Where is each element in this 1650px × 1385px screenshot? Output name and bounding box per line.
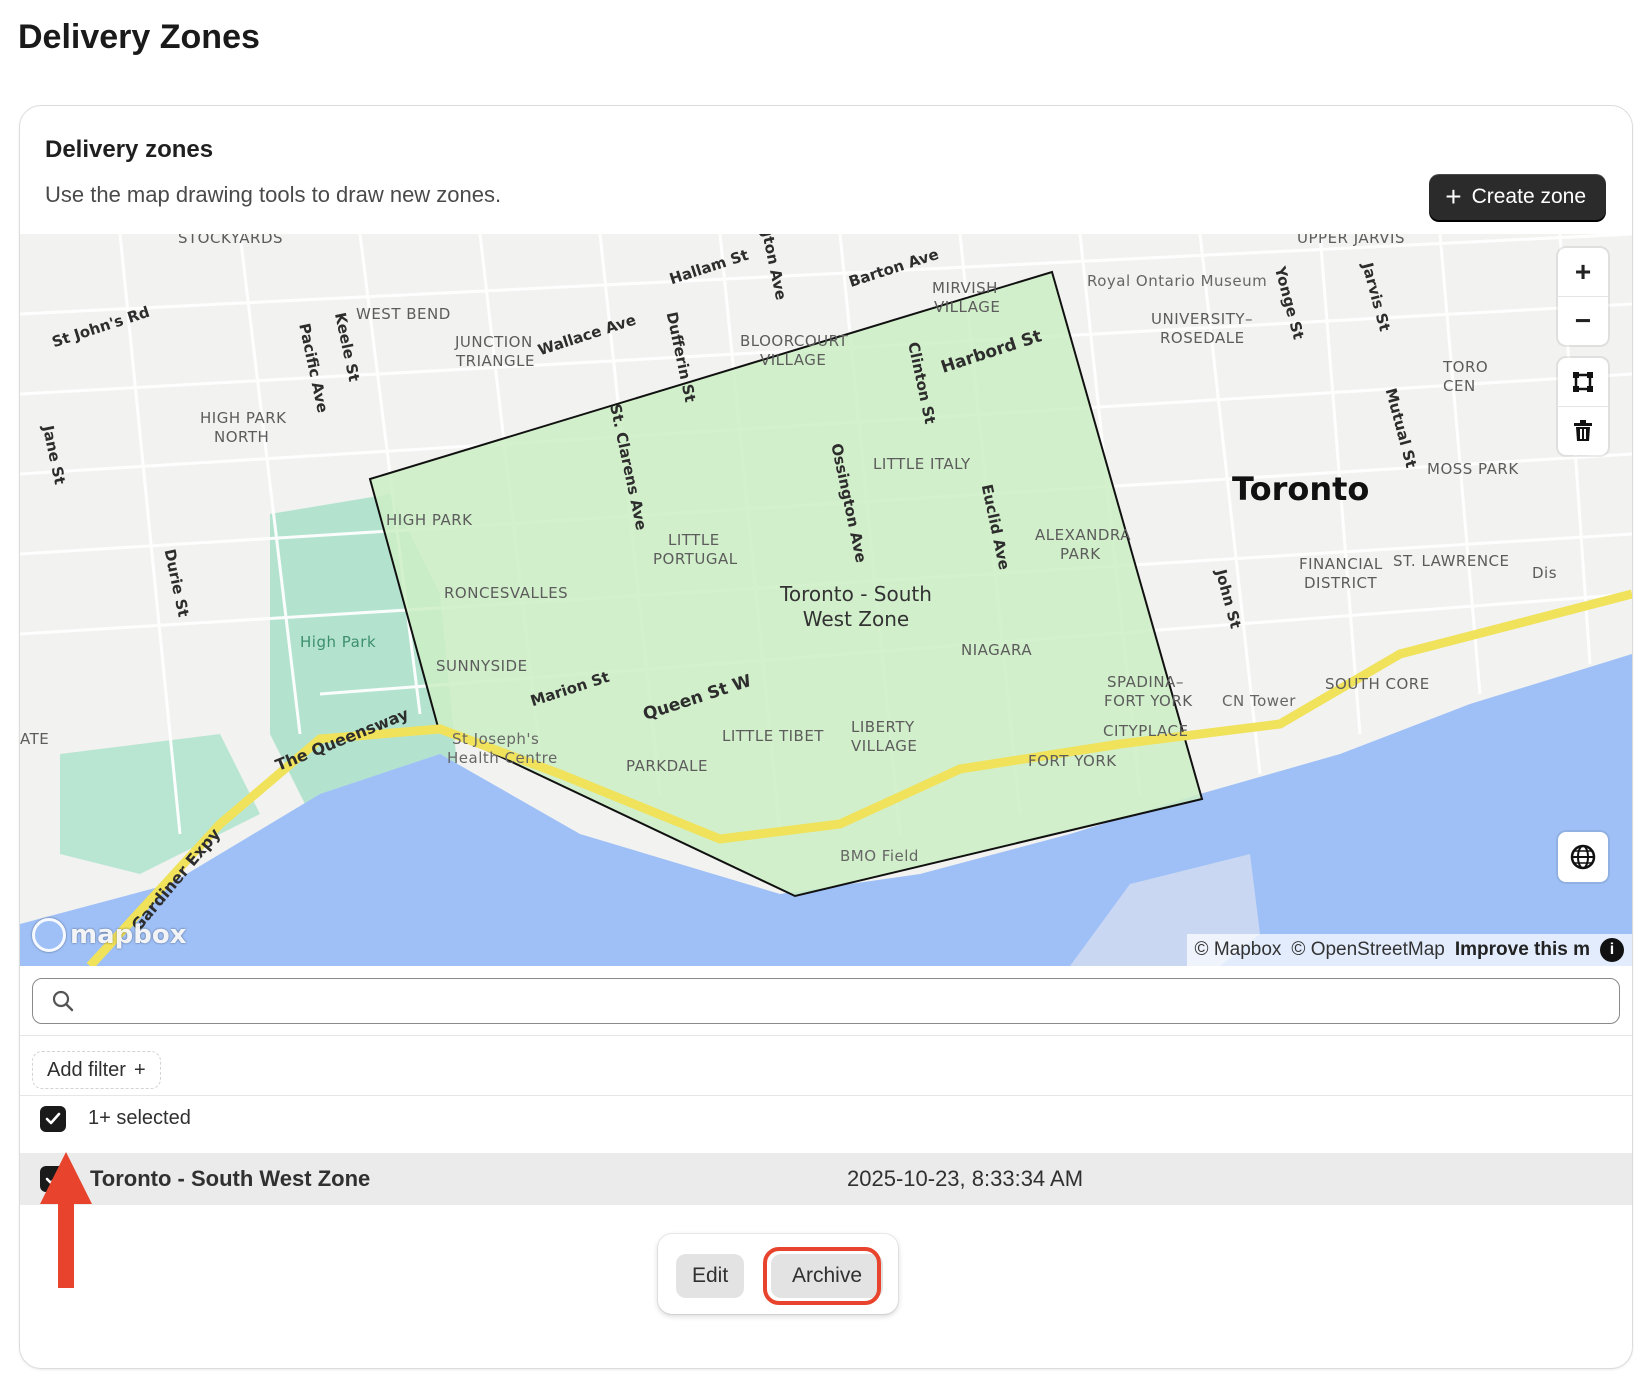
checkmark-icon — [45, 1112, 61, 1125]
mapbox-logo[interactable]: mapbox — [32, 918, 187, 952]
poi-label: CN Tower — [1222, 692, 1296, 710]
neighborhood-label: PARK — [1060, 545, 1101, 563]
mapbox-logo-icon — [32, 918, 66, 952]
neighborhood-label: PORTUGAL — [653, 550, 738, 568]
neighborhood-label: LIBERTY — [851, 718, 915, 736]
neighborhood-label: HIGH PARK — [200, 409, 287, 427]
mapbox-attribution-link[interactable]: © Mapbox — [1195, 939, 1282, 961]
draw-polygon-button[interactable] — [1558, 358, 1608, 407]
page-title: Delivery Zones — [18, 18, 260, 56]
zoom-in-button[interactable]: + — [1558, 248, 1608, 297]
neighborhood-label: WEST BEND — [356, 305, 451, 323]
neighborhood-label: STOCKYARDS — [178, 234, 284, 247]
neighborhood-label: CEN — [1443, 377, 1476, 395]
neighborhood-label: CITYPLACE — [1103, 722, 1189, 740]
edit-button[interactable]: Edit — [676, 1254, 745, 1298]
neighborhood-label: MIRVISH — [932, 279, 998, 297]
poi-label: BMO Field — [840, 847, 919, 865]
neighborhood-label: ST. LAWRENCE — [1393, 552, 1510, 570]
neighborhood-label: RONCESVALLES — [444, 584, 569, 602]
neighborhood-label: LITTLE TIBET — [722, 727, 824, 745]
polygon-icon — [1573, 372, 1593, 392]
neighborhood-label: NORTH — [214, 428, 270, 446]
neighborhood-label: UPPER JARVIS — [1297, 234, 1405, 247]
neighborhood-label: VILLAGE — [934, 298, 1001, 316]
neighborhood-label: ROSEDALE — [1160, 329, 1245, 347]
neighborhood-label: FINANCIAL — [1299, 555, 1383, 573]
card-title: Delivery zones — [45, 136, 214, 163]
neighborhood-label: LITTLE — [668, 531, 720, 549]
neighborhood-label: MOSS PARK — [1427, 460, 1519, 478]
map[interactable]: STOCKYARDS WEST BEND JUNCTION TRIANGLE M… — [20, 234, 1632, 966]
zone-label-line-2: West Zone — [802, 607, 910, 631]
zone-label: Toronto - South West Zone — [772, 582, 940, 632]
poi-label: Royal Ontario Museum — [1087, 272, 1268, 290]
create-zone-label: Create zone — [1471, 185, 1586, 208]
globe-icon — [1570, 844, 1596, 870]
divider — [20, 1035, 1632, 1036]
trash-icon — [1574, 420, 1592, 441]
neighborhood-label: ATE — [20, 730, 50, 748]
table-row[interactable]: Toronto - South West Zone 2025-10-23, 8:… — [20, 1153, 1632, 1205]
draw-controls — [1558, 358, 1608, 455]
neighborhood-label: Dis — [1532, 564, 1558, 582]
neighborhood-label: HIGH PARK — [386, 511, 473, 529]
neighborhood-label: UNIVERSITY– — [1151, 310, 1254, 328]
poi-label: St Joseph's — [452, 730, 540, 748]
neighborhood-label: FORT YORK — [1104, 692, 1193, 710]
info-icon[interactable]: i — [1600, 938, 1624, 962]
neighborhood-label: SOUTH CORE — [1325, 675, 1430, 693]
neighborhood-label: BLOORCOURT — [740, 332, 849, 350]
osm-attribution-link[interactable]: © OpenStreetMap — [1291, 939, 1444, 961]
neighborhood-label: VILLAGE — [760, 351, 827, 369]
poi-label: Health Centre — [447, 749, 558, 767]
globe-button[interactable] — [1558, 832, 1608, 882]
improve-map-link[interactable]: Improve this m — [1455, 939, 1590, 961]
plus-icon: + — [133, 1058, 146, 1081]
neighborhood-label: VILLAGE — [851, 737, 918, 755]
zoom-controls: + − — [1558, 248, 1608, 345]
neighborhood-label: TORO — [1443, 358, 1489, 376]
archive-highlight-annotation — [763, 1247, 881, 1305]
delivery-zones-card: Delivery zones Use the map drawing tools… — [19, 105, 1633, 1369]
neighborhood-label: TRIANGLE — [456, 352, 535, 370]
red-arrow-annotation — [40, 1152, 92, 1288]
neighborhood-label: SPADINA– — [1107, 673, 1184, 691]
add-filter-label: Add filter — [47, 1058, 126, 1081]
poi-label: High Park — [300, 633, 377, 651]
plus-icon: + — [1445, 181, 1462, 212]
search-field[interactable] — [32, 978, 1620, 1024]
create-zone-button[interactable]: + Create zone — [1429, 174, 1606, 220]
neighborhood-label: JUNCTION — [455, 333, 533, 351]
add-filter-button[interactable]: Add filter + — [32, 1051, 161, 1089]
neighborhood-label: ALEXANDRA — [1035, 526, 1131, 544]
neighborhood-label: NIAGARA — [961, 641, 1033, 659]
neighborhood-label: FORT YORK — [1028, 752, 1117, 770]
map-attribution: © Mapbox © OpenStreetMap Improve this m … — [1186, 934, 1632, 966]
neighborhood-label: DISTRICT — [1304, 574, 1378, 592]
zone-date: 2025-10-23, 8:33:34 AM — [847, 1166, 1084, 1191]
divider — [20, 1095, 1632, 1096]
search-input[interactable] — [83, 980, 1619, 1022]
zone-label-line-1: Toronto - South — [780, 582, 932, 606]
neighborhood-label: LITTLE ITALY — [873, 455, 971, 473]
select-all-checkbox[interactable] — [40, 1106, 66, 1132]
search-icon — [52, 990, 74, 1012]
city-label: Toronto — [1232, 470, 1370, 508]
delete-shape-button[interactable] — [1558, 407, 1608, 455]
zoom-out-button[interactable]: − — [1558, 297, 1608, 345]
neighborhood-label: SUNNYSIDE — [436, 657, 528, 675]
selection-count: 1+ selected — [88, 1107, 191, 1129]
card-subtitle: Use the map drawing tools to draw new zo… — [45, 182, 502, 207]
zone-name[interactable]: Toronto - South West Zone — [90, 1166, 370, 1192]
neighborhood-label: PARKDALE — [626, 757, 708, 775]
